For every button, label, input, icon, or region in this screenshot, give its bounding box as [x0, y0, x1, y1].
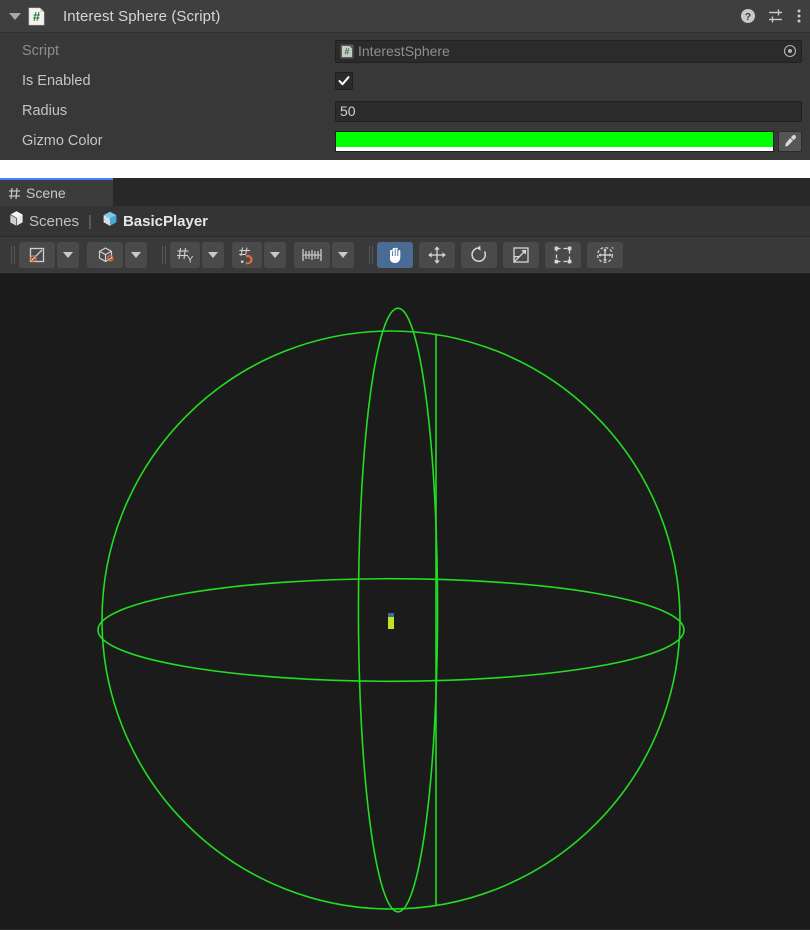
pivot-center-icon — [29, 247, 45, 263]
pivot-dropdown[interactable] — [57, 242, 79, 268]
pivot-toggle-group — [19, 242, 81, 268]
breadcrumb-item-scenes[interactable]: Scenes — [8, 210, 79, 232]
scene-tab-bar: Scene — [0, 178, 810, 206]
grid-axis-y-icon: Y — [176, 247, 194, 266]
breadcrumb-label-scenes: Scenes — [29, 212, 80, 230]
scale-icon — [513, 247, 529, 264]
property-row-gizmo-color: Gizmo Color — [0, 126, 810, 156]
script-object-field[interactable]: # InterestSphere — [335, 39, 802, 63]
selected-object-marker-cap — [388, 613, 394, 617]
object-picker-icon[interactable] — [781, 42, 799, 60]
unity-editor-window: # Interest Sphere (Script) ? Script # In… — [0, 0, 810, 930]
svg-text:#: # — [344, 46, 349, 56]
scene-grid-icon — [8, 187, 21, 200]
move-arrows-icon — [428, 246, 446, 264]
property-label-gizmo-color: Gizmo Color — [22, 133, 103, 149]
property-label-is-enabled: Is Enabled — [22, 73, 91, 89]
toolbar-separator — [159, 246, 166, 264]
is-enabled-checkbox[interactable] — [335, 72, 353, 90]
gizmo-color-swatch — [336, 131, 773, 147]
hand-tool[interactable] — [377, 242, 413, 268]
component-title: Interest Sphere (Script) — [63, 7, 221, 25]
grid-snap-dropdown[interactable] — [264, 242, 286, 268]
grid-snap-group — [232, 242, 288, 268]
help-icon[interactable]: ? — [740, 8, 756, 24]
svg-text:Y: Y — [187, 255, 194, 266]
scene-toolbar: Y — [0, 237, 810, 274]
breadcrumb: Scenes | BasicPlayer — [0, 206, 810, 237]
grid-snap-toggle[interactable] — [232, 242, 262, 268]
svg-text:#: # — [33, 9, 41, 24]
rect-transform-icon — [554, 246, 572, 264]
scene-viewport[interactable] — [0, 274, 810, 929]
tab-scene[interactable]: Scene — [0, 178, 113, 206]
csharp-script-icon: # — [340, 44, 354, 59]
breadcrumb-separator: | — [88, 212, 92, 230]
preset-icon[interactable] — [768, 8, 784, 24]
wireframe-sphere-gizmo — [97, 307, 685, 913]
hand-icon — [390, 247, 401, 263]
sphere-equator-ring — [97, 577, 685, 683]
breadcrumb-label-basicplayer: BasicPlayer — [122, 212, 209, 230]
foldout-arrow-icon[interactable] — [4, 12, 26, 20]
handle-space-toggle[interactable] — [87, 242, 123, 268]
grid-size-group — [294, 242, 356, 268]
scale-tool[interactable] — [503, 242, 539, 268]
handle-space-group — [87, 242, 149, 268]
chevron-down-icon — [208, 252, 218, 258]
gizmo-color-alpha-bar — [336, 146, 773, 151]
tab-scene-label: Scene — [26, 185, 66, 201]
grid-ruler-icon — [302, 249, 322, 261]
gizmo-color-field[interactable] — [335, 130, 774, 152]
more-menu-icon[interactable] — [796, 8, 802, 24]
handle-space-dropdown[interactable] — [125, 242, 147, 268]
grid-magnet-icon — [238, 247, 253, 265]
grid-axis-dropdown[interactable] — [202, 242, 224, 268]
checkmark-icon — [338, 76, 350, 86]
rotate-icon — [471, 245, 486, 262]
component-header-actions: ? — [740, 0, 802, 32]
chevron-down-icon — [131, 252, 141, 258]
grid-size-toggle[interactable] — [294, 242, 330, 268]
selected-object-marker[interactable] — [388, 617, 394, 629]
eyedropper-icon[interactable] — [778, 130, 802, 152]
property-row-script: Script # InterestSphere — [0, 36, 810, 66]
inspector-panel: # Interest Sphere (Script) ? Script # In… — [0, 0, 810, 160]
unity-logo-icon — [8, 210, 25, 232]
rotate-tool[interactable] — [461, 242, 497, 268]
svg-text:?: ? — [745, 11, 751, 23]
radius-input[interactable]: 50 — [335, 100, 802, 122]
toolbar-separator — [8, 246, 15, 264]
chevron-down-icon — [338, 252, 348, 258]
move-tool[interactable] — [419, 242, 455, 268]
property-label-script: Script — [22, 43, 60, 59]
pivot-center-toggle[interactable] — [19, 242, 55, 268]
script-object-name: InterestSphere — [358, 43, 450, 59]
grid-size-dropdown[interactable] — [332, 242, 354, 268]
component-header[interactable]: # Interest Sphere (Script) ? — [0, 0, 810, 33]
combined-transform-icon — [596, 246, 614, 264]
chevron-down-icon — [63, 252, 73, 258]
toolbar-separator — [366, 246, 373, 264]
sphere-meridian-ring — [357, 307, 439, 913]
component-properties: Script # InterestSphere Is Enabled Radiu… — [0, 33, 810, 156]
prefab-cube-icon — [101, 210, 119, 233]
local-global-icon — [98, 247, 113, 263]
grid-axis-group: Y — [170, 242, 226, 268]
panel-divider — [0, 160, 810, 178]
chevron-down-icon — [270, 252, 280, 258]
breadcrumb-item-basicplayer[interactable]: BasicPlayer — [101, 210, 208, 233]
scene-view-panel: Scene Scenes | BasicPlayer Y — [0, 178, 810, 930]
csharp-script-icon: # — [28, 7, 45, 26]
property-row-radius: Radius 50 — [0, 96, 810, 126]
transform-tool[interactable] — [587, 242, 623, 268]
rect-tool[interactable] — [545, 242, 581, 268]
property-label-radius: Radius — [22, 103, 68, 119]
grid-axis-toggle[interactable]: Y — [170, 242, 200, 268]
property-row-is-enabled: Is Enabled — [0, 66, 810, 96]
